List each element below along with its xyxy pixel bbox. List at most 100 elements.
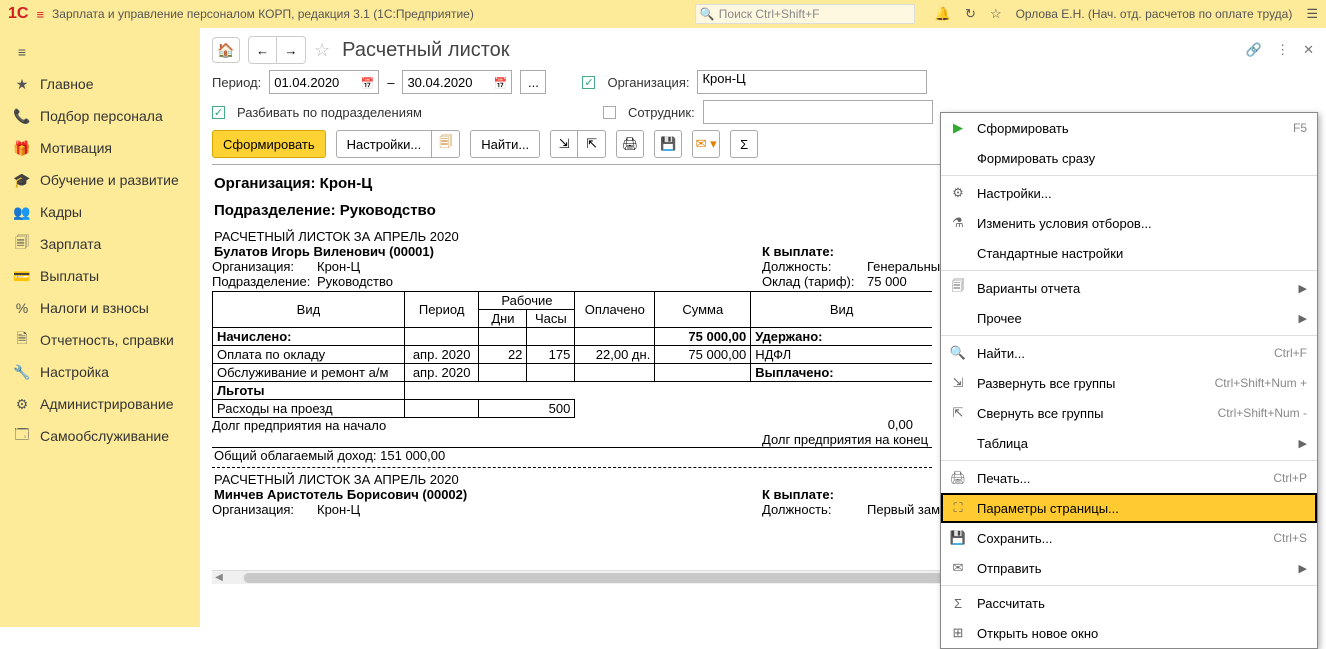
- emp-checkbox[interactable]: ✓: [603, 106, 616, 119]
- sidebar-item-label: Кадры: [40, 204, 82, 220]
- date-from-input[interactable]: 01.04.2020: [269, 70, 379, 94]
- menu-item[interactable]: ✉Отправить▶: [941, 553, 1317, 583]
- favorite-icon[interactable]: ☆: [314, 40, 330, 61]
- kv-val: Руководство: [317, 274, 393, 289]
- calendar-icon[interactable]: [361, 75, 375, 90]
- menu-item-icon: 🗐: [949, 277, 967, 299]
- star-icon[interactable]: ☆: [990, 6, 1002, 22]
- run-button[interactable]: Сформировать: [212, 130, 326, 158]
- sidebar-item[interactable]: 💳Выплаты: [0, 260, 200, 292]
- context-menu: ▶СформироватьF5Формировать сразу ⚙Настрой…: [940, 112, 1318, 649]
- menu-item[interactable]: 🗐Варианты отчета▶: [941, 273, 1317, 303]
- menu-item-icon: ⛶: [949, 500, 967, 516]
- sidebar-item[interactable]: 📞Подбор персонала: [0, 100, 200, 132]
- sidebar-item[interactable]: 🔧Настройка: [0, 356, 200, 388]
- search-input[interactable]: 🔍 Поиск Ctrl+Shift+F: [695, 4, 915, 24]
- th: Вид: [213, 292, 405, 328]
- kv-val: Генеральны: [867, 259, 940, 274]
- emp-input[interactable]: [703, 100, 933, 124]
- sidebar-item-label: Зарплата: [40, 236, 101, 252]
- expand-all-button[interactable]: ⇲: [550, 130, 578, 158]
- menu-item-label: Развернуть все группы: [977, 376, 1205, 391]
- sidebar-item[interactable]: %Налоги и взносы: [0, 292, 200, 324]
- send-button[interactable]: ✉ ▾: [692, 130, 720, 158]
- sidebar-item[interactable]: ★Главное: [0, 68, 200, 100]
- th: Часы: [527, 310, 575, 328]
- main-area: 🏠 ← → ☆ Расчетный листок 🔗 ⋮ ✕ Период: 0…: [200, 28, 1326, 627]
- menu-item[interactable]: ΣРассчитать: [941, 588, 1317, 618]
- split-checkbox[interactable]: ✓: [212, 106, 225, 119]
- sum-button[interactable]: Σ: [730, 130, 758, 158]
- nav-fwd-icon[interactable]: →: [277, 37, 305, 63]
- td: 22: [479, 346, 527, 364]
- menu-item-hotkey: Ctrl+Shift+Num -: [1218, 406, 1307, 420]
- debt-end: Долг предприятия на конец: [762, 432, 928, 447]
- sidebar-item-icon: ⚙: [14, 396, 30, 412]
- bell-icon[interactable]: 🔔: [935, 6, 951, 22]
- sidebar-item-label: Обучение и развитие: [40, 172, 179, 188]
- kv-key: К выплате:: [762, 244, 867, 259]
- user-label[interactable]: Орлова Е.Н. (Нач. отд. расчетов по оплат…: [1016, 7, 1293, 21]
- menu-item[interactable]: ⚙Настройки...: [941, 178, 1317, 208]
- close-icon[interactable]: ✕: [1303, 42, 1314, 58]
- menu-item[interactable]: ⛶Параметры страницы...: [941, 493, 1317, 523]
- history-icon[interactable]: ↻: [965, 6, 976, 22]
- hamburger-icon[interactable]: ≡: [36, 7, 44, 22]
- print-button[interactable]: 🖨: [616, 130, 644, 158]
- td: Расходы на проезд: [213, 400, 405, 418]
- date-to-input[interactable]: 30.04.2020: [402, 70, 512, 94]
- emp-label: Сотрудник:: [628, 105, 695, 120]
- menu-item-label: Варианты отчета: [977, 281, 1289, 296]
- sidebar-item[interactable]: 🗎Отчетность, справки: [0, 324, 200, 356]
- panel-icon[interactable]: ☰: [1306, 6, 1318, 22]
- sidebar: ≡ ★Главное📞Подбор персонала🎁Мотивация🎓Об…: [0, 28, 200, 627]
- sidebar-item[interactable]: 🎓Обучение и развитие: [0, 164, 200, 196]
- menu-item[interactable]: Стандартные настройки: [941, 238, 1317, 268]
- menu-item[interactable]: 🔍Найти...Ctrl+F: [941, 338, 1317, 368]
- settings-variants-button[interactable]: 🗐: [432, 130, 460, 158]
- org-input[interactable]: Крон-Ц: [697, 70, 927, 94]
- sidebar-item-icon: 🗔: [14, 428, 30, 444]
- td: НДФЛ: [751, 346, 932, 364]
- more-icon[interactable]: ⋮: [1276, 42, 1289, 58]
- calendar-icon[interactable]: [494, 75, 508, 90]
- td: 500: [479, 400, 575, 418]
- menu-item[interactable]: 💾Сохранить...Ctrl+S: [941, 523, 1317, 553]
- sidebar-item[interactable]: 👥Кадры: [0, 196, 200, 228]
- nav-back-icon[interactable]: ←: [249, 37, 277, 63]
- menu-item[interactable]: Формировать сразу: [941, 143, 1317, 173]
- sidebar-item[interactable]: 🗔Самообслуживание: [0, 420, 200, 452]
- search-placeholder: Поиск Ctrl+Shift+F: [719, 7, 820, 21]
- home-button[interactable]: 🏠: [212, 37, 240, 63]
- td: 175: [527, 346, 575, 364]
- collapse-all-button[interactable]: ⇱: [578, 130, 606, 158]
- sidebar-item-icon: ★: [14, 76, 30, 92]
- sidebar-item[interactable]: 🎁Мотивация: [0, 132, 200, 164]
- menu-item-label: Прочее: [977, 311, 1289, 326]
- sidebar-item[interactable]: 🗐Зарплата: [0, 228, 200, 260]
- menu-item[interactable]: ⇱Свернуть все группыCtrl+Shift+Num -: [941, 398, 1317, 428]
- find-button[interactable]: Найти...: [470, 130, 540, 158]
- menu-item[interactable]: ⚗Изменить условия отборов...: [941, 208, 1317, 238]
- link-icon[interactable]: 🔗: [1246, 42, 1262, 58]
- period-picker-button[interactable]: ...: [520, 70, 546, 94]
- sb-burger[interactable]: ≡: [0, 36, 200, 68]
- menu-item[interactable]: ⊞Открыть новое окно: [941, 618, 1317, 648]
- nav-back-forward[interactable]: ← →: [248, 36, 306, 64]
- menu-item-icon: 💾: [949, 530, 967, 546]
- settings-button[interactable]: Настройки...: [336, 130, 433, 158]
- sidebar-item-icon: 🎁: [14, 140, 30, 156]
- kv-key: Организация:: [212, 259, 317, 274]
- save-button[interactable]: 💾: [654, 130, 682, 158]
- menu-item[interactable]: 🖨Печать...Ctrl+P: [941, 463, 1317, 493]
- menu-item[interactable]: ▶СформироватьF5: [941, 113, 1317, 143]
- menu-item[interactable]: Таблица▶: [941, 428, 1317, 458]
- th: Период: [404, 292, 479, 328]
- menu-item[interactable]: Прочее ▶: [941, 303, 1317, 333]
- chevron-right-icon: ▶: [1299, 312, 1307, 325]
- sidebar-item[interactable]: ⚙Администрирование: [0, 388, 200, 420]
- menu-item[interactable]: ⇲Развернуть все группыCtrl+Shift+Num +: [941, 368, 1317, 398]
- td: Удержано:: [751, 328, 932, 346]
- menu-item-label: Стандартные настройки: [977, 246, 1307, 261]
- org-checkbox[interactable]: ✓: [582, 76, 595, 89]
